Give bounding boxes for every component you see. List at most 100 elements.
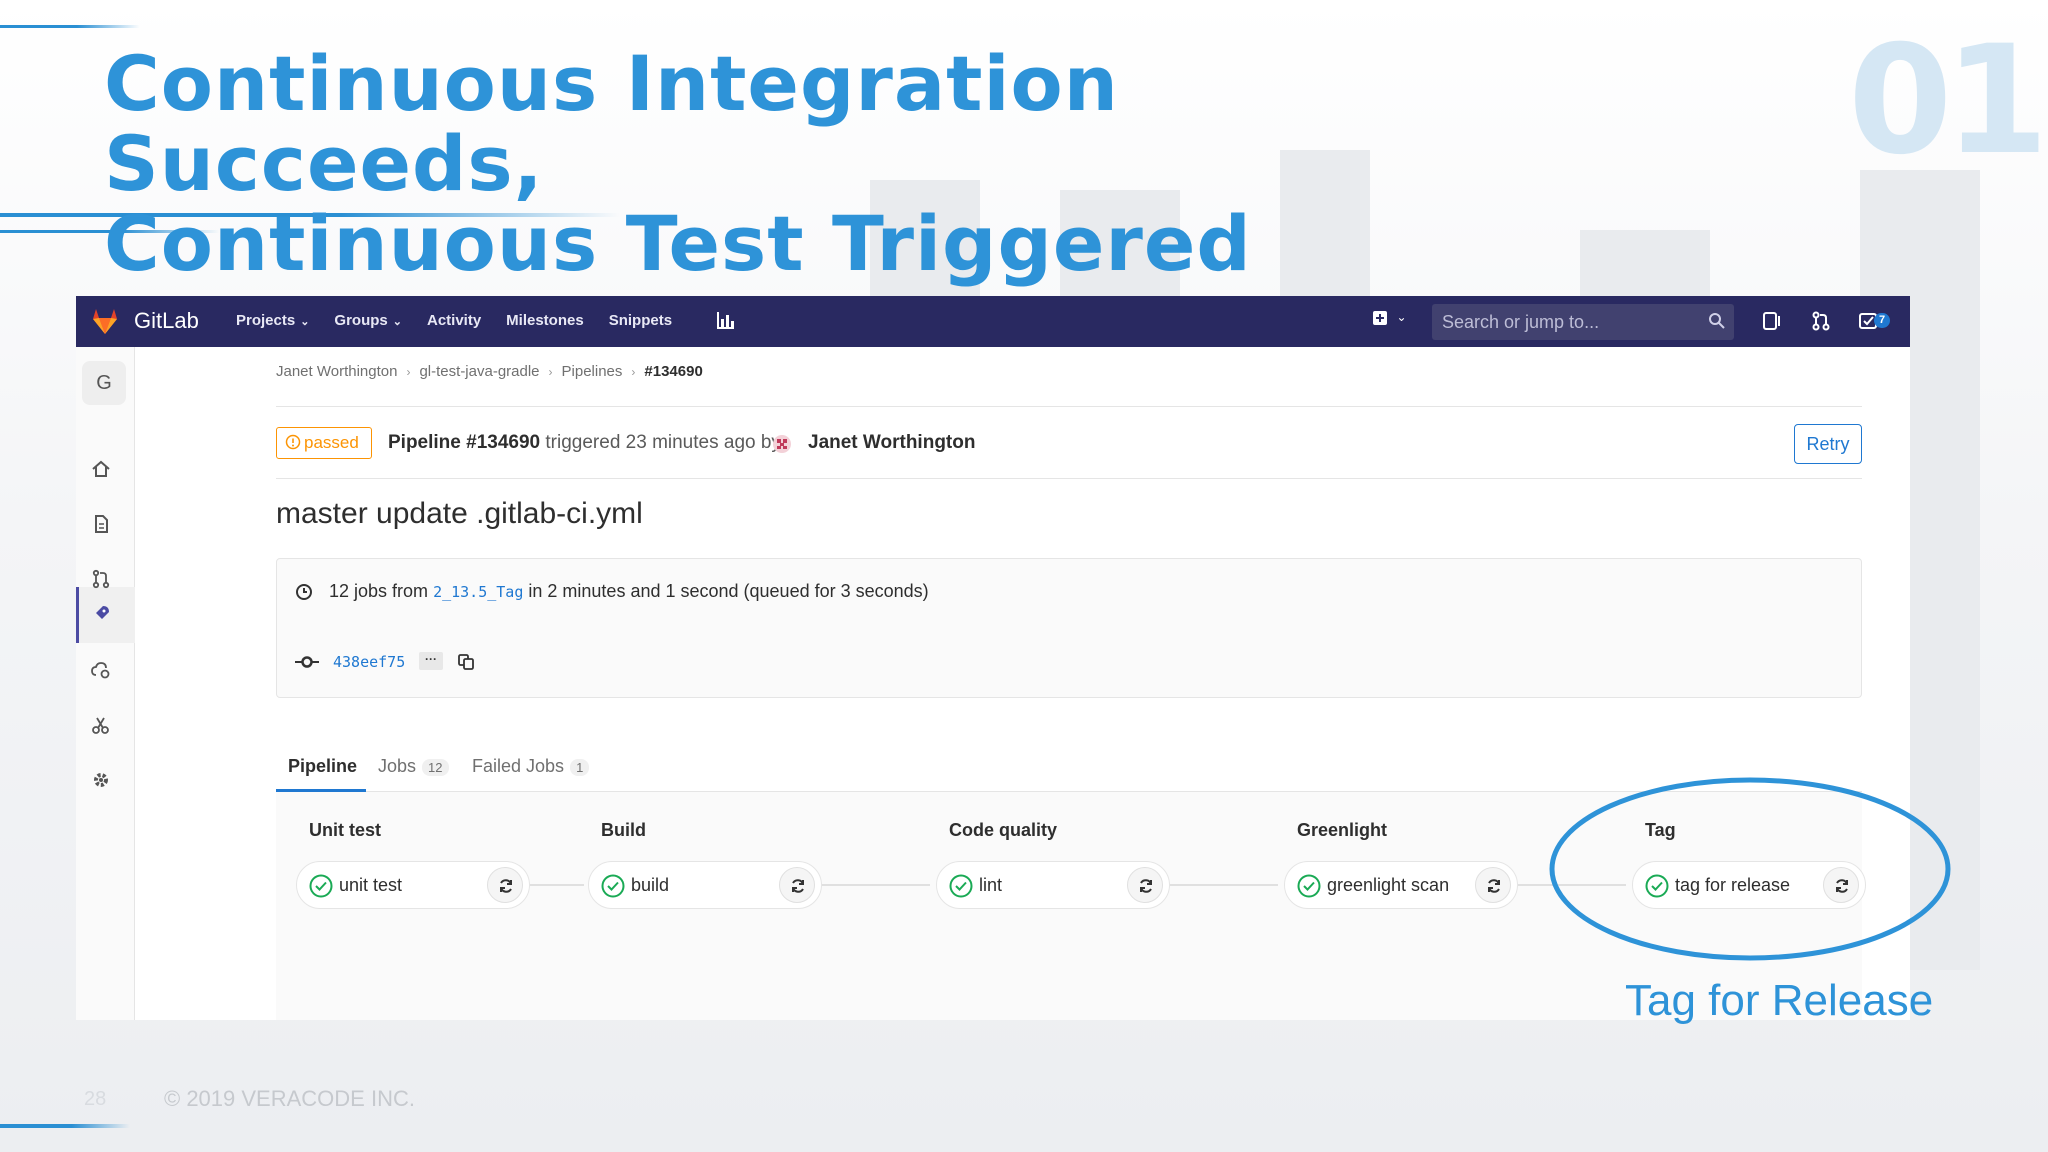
tab-failed-jobs[interactable]: Failed Jobs 1 [472, 756, 590, 777]
breadcrumb-user[interactable]: Janet Worthington [276, 363, 397, 380]
slide-page-number: 28 [84, 1088, 107, 1110]
jobs-summary: 12 jobs from 2_13.5_Tag in 2 minutes and… [329, 581, 929, 602]
job-greenlight-scan[interactable]: greenlight scan [1284, 861, 1518, 909]
tab-jobs-count: 12 [422, 759, 449, 776]
retry-icon [792, 879, 804, 893]
job-build[interactable]: build [588, 861, 822, 909]
highlight-ellipse [1549, 777, 1951, 961]
nav-groups-label: Groups [334, 312, 388, 329]
commit-title: master update .gitlab-ci.yml [276, 497, 643, 530]
slide-title-line2: Continuous Test Triggered [104, 199, 1252, 288]
nav-milestones[interactable]: Milestones [506, 312, 584, 329]
job-unit-test[interactable]: unit test [296, 861, 530, 909]
file-icon[interactable] [90, 513, 112, 535]
top-navbar: GitLab Projects ⌄ Groups ⌄ Activity Milest… [76, 296, 1910, 347]
retry-icon [1488, 879, 1500, 893]
home-icon[interactable] [90, 458, 112, 480]
cloud-gear-icon[interactable] [90, 659, 112, 681]
jobs-prefix: 12 jobs from [329, 581, 429, 601]
slide-section-number: 01 [1848, 14, 2048, 188]
merge-request-icon[interactable] [1810, 310, 1832, 332]
retry-job-button[interactable] [779, 867, 815, 903]
todos-count-badge: 7 [1874, 313, 1890, 328]
nav-menu: Projects ⌄ Groups ⌄ Activity Milestones Sn… [236, 312, 672, 329]
tab-pipeline[interactable]: Pipeline [288, 756, 357, 777]
retry-job-button[interactable] [1127, 867, 1163, 903]
search-input[interactable]: Search or jump to... [1432, 304, 1734, 340]
gitlab-logo-icon[interactable] [90, 306, 120, 336]
gitlab-brand[interactable]: GitLab [134, 308, 199, 334]
status-badge[interactable]: passed [276, 427, 372, 459]
job-name: greenlight scan [1327, 875, 1450, 895]
retry-icon [1140, 879, 1152, 893]
slide-title-line1: Continuous Integration Succeeds, [104, 39, 1119, 208]
pipeline-user[interactable]: Janet Worthington [808, 432, 975, 454]
chevron-down-icon: ⌄ [392, 316, 402, 328]
tab-failed-jobs-count: 1 [570, 759, 590, 776]
expand-commit-button[interactable]: ··· [419, 652, 443, 670]
job-name: build [631, 875, 670, 895]
breadcrumb-project[interactable]: gl-test-java-gradle [419, 363, 539, 380]
new-item-dropdown[interactable]: ⌄ [1372, 310, 1407, 331]
retry-button[interactable]: Retry [1794, 424, 1862, 464]
divider [276, 406, 1862, 407]
merge-request-icon[interactable] [90, 568, 112, 590]
ref-link[interactable]: 2_13.5_Tag [433, 583, 523, 601]
scissors-icon[interactable] [90, 714, 112, 736]
stage-connector [822, 884, 930, 886]
group-avatar[interactable]: G [82, 361, 126, 405]
job-name: lint [979, 875, 1003, 895]
user-avatar-icon[interactable] [771, 433, 793, 455]
stage-title-greenlight: Greenlight [1297, 820, 1388, 840]
retry-icon [500, 879, 512, 893]
rocket-icon[interactable] [90, 603, 112, 625]
retry-job-button[interactable] [487, 867, 523, 903]
breadcrumb-pipelines[interactable]: Pipelines [562, 363, 623, 380]
status-label: passed [304, 433, 359, 452]
pipeline-triggered: triggered 23 minutes ago by [545, 432, 781, 453]
decor-line-bottom [0, 1124, 130, 1128]
chart-icon[interactable] [716, 310, 736, 330]
project-sidebar: G [76, 347, 135, 1020]
slide-copyright: © 2019 VERACODE INC. [164, 1086, 415, 1111]
jobs-suffix: in 2 minutes and 1 second (queued for 3 … [528, 581, 929, 601]
nav-activity[interactable]: Activity [427, 312, 481, 329]
chevron-right-icon: › [631, 365, 636, 379]
stage-title-code-quality: Code quality [949, 820, 1058, 840]
stage-title-unit-test: Unit test [309, 820, 381, 840]
slide-title: Continuous Integration Succeeds, Continu… [104, 44, 1504, 284]
job-lint[interactable]: lint [936, 861, 1170, 909]
issues-icon[interactable] [1760, 310, 1782, 332]
pipeline-header: Pipeline #134690 triggered 23 minutes ag… [388, 432, 781, 454]
plus-square-icon [1373, 311, 1387, 325]
chevron-right-icon: › [548, 365, 553, 379]
settings-icon[interactable] [90, 769, 112, 791]
stage-title-build: Build [601, 820, 646, 840]
divider [276, 478, 1862, 479]
tab-failed-jobs-label: Failed Jobs [472, 756, 565, 776]
success-check-icon [309, 874, 333, 898]
commit-sha-link[interactable]: 438eef75 [333, 653, 405, 671]
tab-jobs[interactable]: Jobs 12 [378, 756, 449, 777]
nav-snippets[interactable]: Snippets [609, 312, 672, 329]
pipeline-info-box: 12 jobs from 2_13.5_Tag in 2 minutes and… [276, 558, 1862, 698]
tab-pipeline-label: Pipeline [288, 756, 358, 776]
stage-connector [1170, 884, 1278, 886]
nav-groups[interactable]: Groups ⌄ [334, 312, 402, 329]
job-name: unit test [339, 875, 403, 895]
annotation-label: Tag for Release [1625, 976, 1934, 1025]
nav-projects-label: Projects [236, 312, 296, 329]
copy-icon[interactable] [457, 653, 475, 671]
chevron-down-icon: ⌄ [300, 316, 310, 328]
nav-projects[interactable]: Projects ⌄ [236, 312, 309, 329]
success-check-icon [601, 874, 625, 898]
success-check-icon [1297, 874, 1321, 898]
retry-job-button[interactable] [1475, 867, 1511, 903]
stage-connector [530, 884, 584, 886]
breadcrumb-current[interactable]: #134690 [644, 363, 702, 380]
breadcrumb: Janet Worthington › gl-test-java-gradle › Pi… [276, 363, 703, 380]
pipeline-title: Pipeline #134690 [388, 432, 541, 453]
decor-line-top [0, 25, 140, 28]
tab-jobs-label: Jobs [378, 756, 417, 776]
search-icon [1709, 313, 1725, 329]
